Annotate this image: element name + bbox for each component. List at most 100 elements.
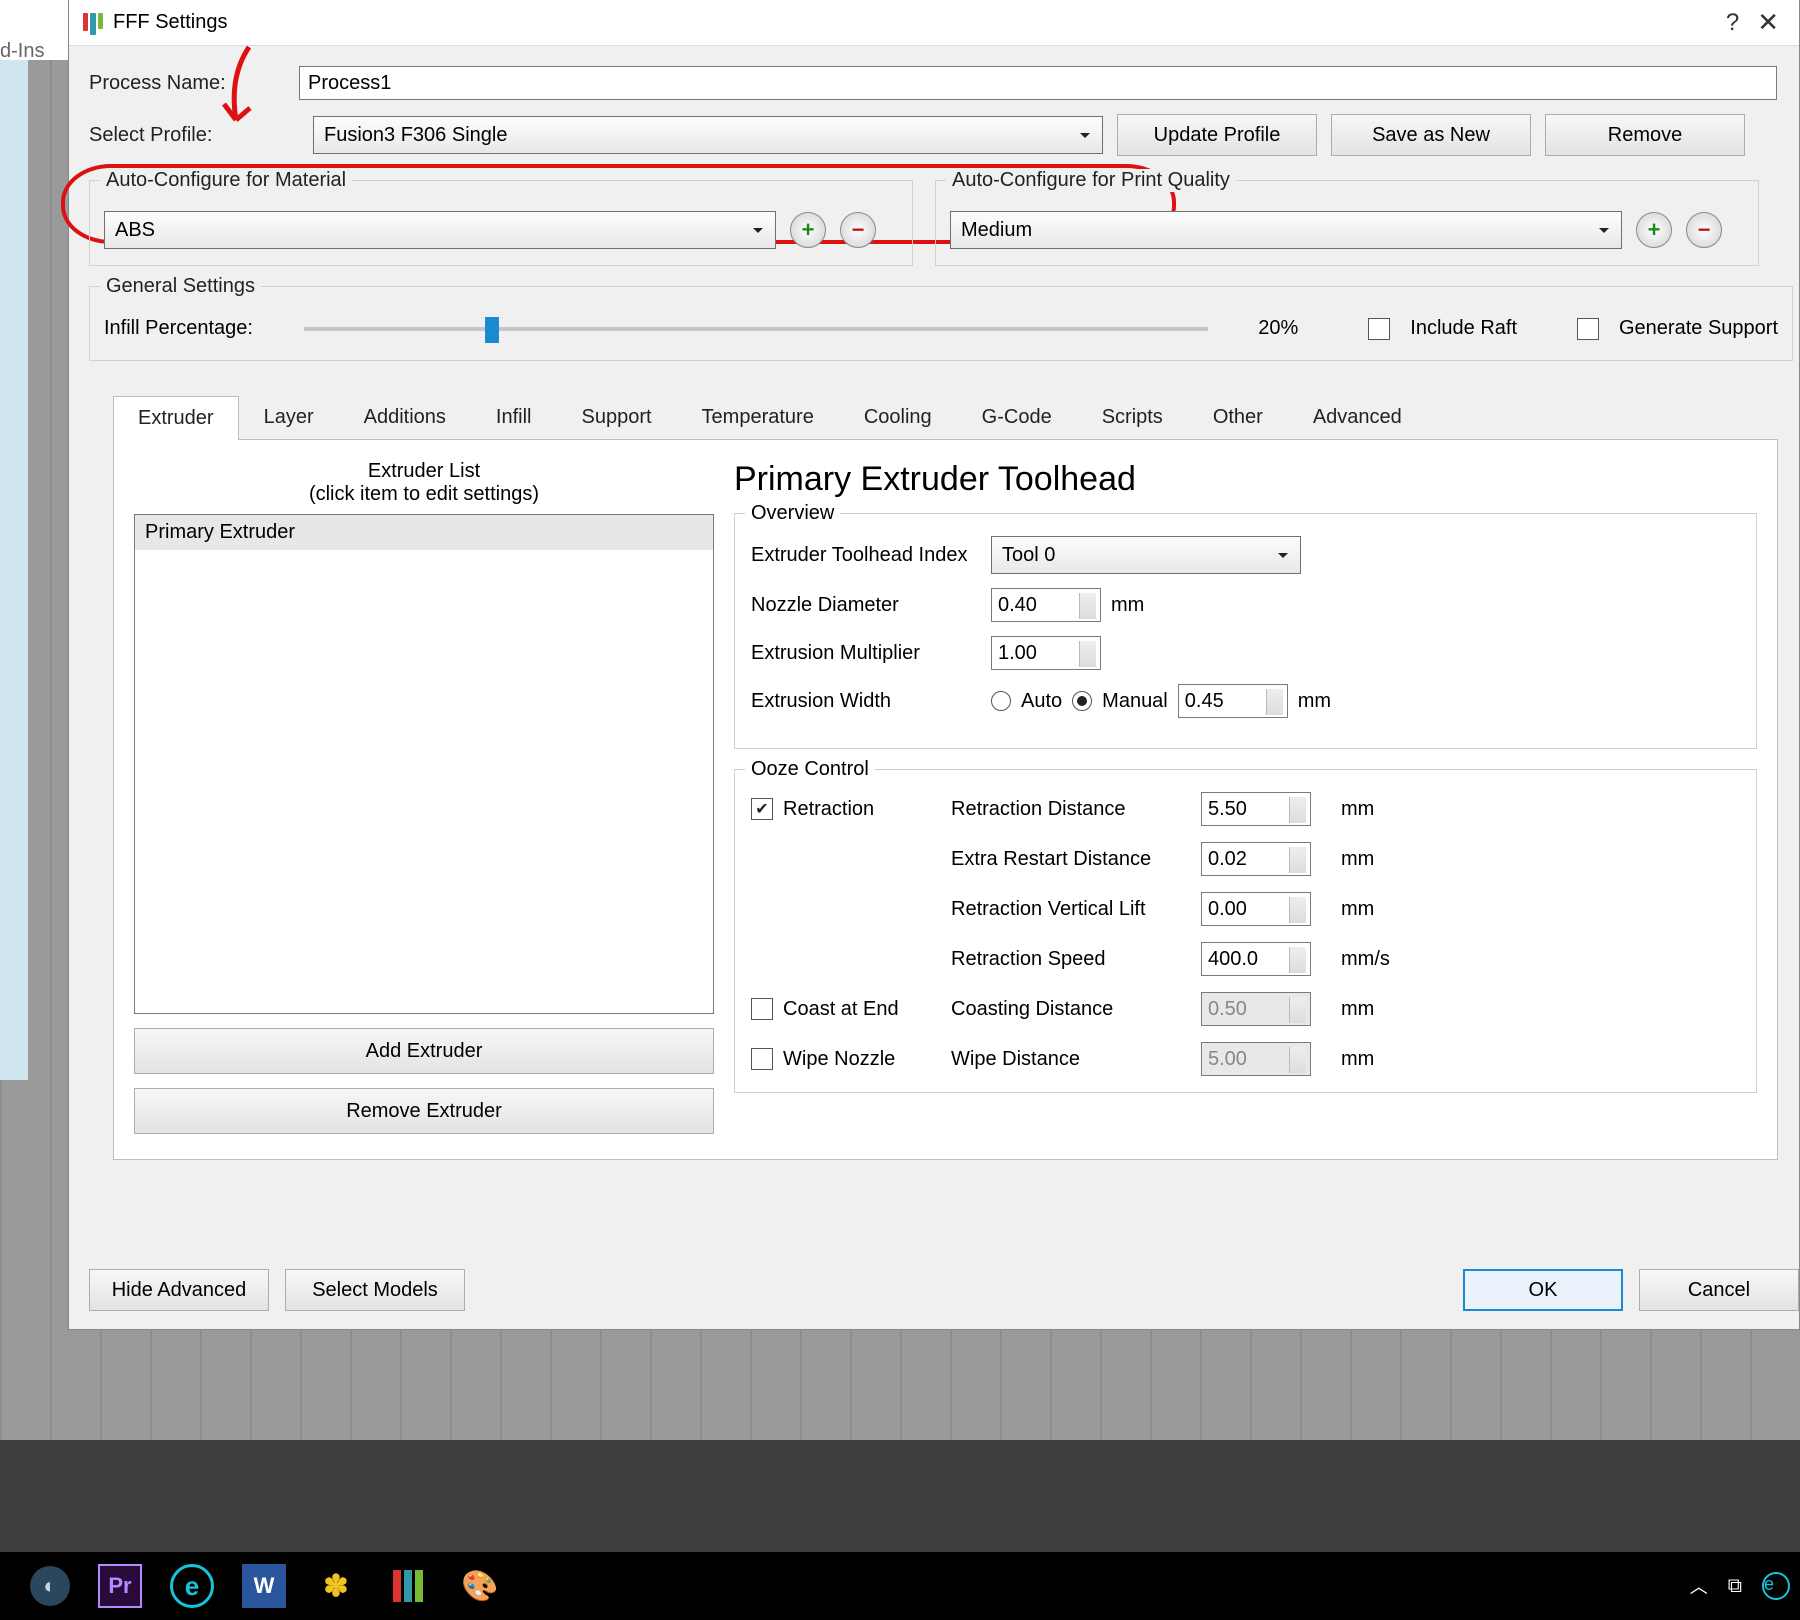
ok-button[interactable]: OK: [1463, 1269, 1623, 1311]
extruder-list[interactable]: Primary Extruder: [134, 514, 714, 1014]
tab-gcode[interactable]: G-Code: [957, 395, 1077, 439]
extruder-list-subtitle: (click item to edit settings): [309, 483, 539, 506]
bg-left-panel: [0, 60, 28, 1080]
overview-fieldset: Overview Extruder Toolhead Index Tool 0 …: [734, 513, 1757, 749]
remove-material-button[interactable]: −: [840, 212, 876, 248]
help-button[interactable]: ?: [1714, 9, 1751, 37]
wipe-distance-unit: mm: [1341, 1048, 1401, 1071]
hide-advanced-button[interactable]: Hide Advanced: [89, 1269, 269, 1311]
taskbar-paint-icon[interactable]: 🎨: [458, 1564, 502, 1608]
include-raft-label: Include Raft: [1410, 317, 1517, 340]
coasting-distance-label: Coasting Distance: [951, 998, 1201, 1021]
infill-slider[interactable]: [304, 327, 1208, 331]
infill-value: 20%: [1228, 317, 1298, 340]
tab-scripts[interactable]: Scripts: [1077, 395, 1188, 439]
include-raft-checkbox[interactable]: [1368, 318, 1390, 340]
tray-expand-icon[interactable]: ︿: [1690, 1573, 1708, 1599]
overview-title: Overview: [745, 502, 840, 525]
extrusion-width-input[interactable]: 0.45: [1178, 684, 1288, 718]
select-models-button[interactable]: Select Models: [285, 1269, 465, 1311]
nozzle-diameter-input[interactable]: 0.40: [991, 588, 1101, 622]
extrusion-multiplier-input[interactable]: 1.00: [991, 636, 1101, 670]
extrusion-width-label: Extrusion Width: [751, 690, 981, 713]
retraction-speed-input[interactable]: 400.0: [1201, 942, 1311, 976]
nozzle-unit: mm: [1111, 594, 1144, 617]
retraction-distance-input[interactable]: 5.50: [1201, 792, 1311, 826]
extruder-list-item[interactable]: Primary Extruder: [135, 515, 713, 550]
ooze-control-fieldset: Ooze Control Retraction Retraction Dista…: [734, 769, 1757, 1093]
taskbar-premiere-icon[interactable]: Pr: [98, 1564, 142, 1608]
extra-restart-label: Extra Restart Distance: [951, 848, 1201, 871]
coast-checkbox[interactable]: [751, 998, 773, 1020]
remove-extruder-button[interactable]: Remove Extruder: [134, 1088, 714, 1134]
auto-material-title: Auto-Configure for Material: [100, 169, 352, 192]
tab-cooling[interactable]: Cooling: [839, 395, 957, 439]
tab-extruder[interactable]: Extruder: [113, 396, 239, 440]
tab-temperature[interactable]: Temperature: [677, 395, 839, 439]
cancel-button[interactable]: Cancel: [1639, 1269, 1799, 1311]
wipe-distance-label: Wipe Distance: [951, 1048, 1201, 1071]
taskbar-star-icon[interactable]: ✽: [314, 1564, 358, 1608]
width-unit: mm: [1298, 690, 1331, 713]
tab-advanced[interactable]: Advanced: [1288, 395, 1427, 439]
extra-restart-unit: mm: [1341, 848, 1401, 871]
add-quality-button[interactable]: +: [1636, 212, 1672, 248]
wipe-distance-input: 5.00: [1201, 1042, 1311, 1076]
width-auto-radio[interactable]: [991, 691, 1011, 711]
window-title: FFF Settings: [113, 11, 227, 34]
add-material-button[interactable]: +: [790, 212, 826, 248]
taskbar-tray[interactable]: ︿ ⧉ e: [1690, 1552, 1790, 1620]
taskbar-edge-icon[interactable]: e: [170, 1564, 214, 1608]
fff-settings-dialog: FFF Settings ? ✕ Process Name: Select Pr…: [68, 0, 1800, 1330]
add-extruder-button[interactable]: Add Extruder: [134, 1028, 714, 1074]
taskbar-simplify3d-icon[interactable]: [386, 1564, 430, 1608]
quality-combo[interactable]: Medium: [950, 211, 1622, 249]
select-profile-label: Select Profile:: [89, 124, 299, 147]
general-title: General Settings: [100, 275, 261, 298]
taskbar-steam-icon[interactable]: ◐: [30, 1566, 70, 1606]
generate-support-label: Generate Support: [1619, 317, 1778, 340]
toolhead-index-combo[interactable]: Tool 0: [991, 536, 1301, 574]
tab-additions[interactable]: Additions: [339, 395, 471, 439]
vertical-lift-input[interactable]: 0.00: [1201, 892, 1311, 926]
coasting-distance-input: 0.50: [1201, 992, 1311, 1026]
width-auto-label: Auto: [1021, 690, 1062, 713]
retraction-distance-label: Retraction Distance: [951, 798, 1201, 821]
auto-configure-material-group: Auto-Configure for Material ABS + −: [89, 180, 913, 266]
titlebar[interactable]: FFF Settings ? ✕: [69, 0, 1799, 46]
material-combo[interactable]: ABS: [104, 211, 776, 249]
tab-infill[interactable]: Infill: [471, 395, 557, 439]
width-manual-label: Manual: [1102, 690, 1168, 713]
tab-layer[interactable]: Layer: [239, 395, 339, 439]
process-name-label: Process Name:: [89, 72, 299, 95]
width-manual-radio[interactable]: [1072, 691, 1092, 711]
tray-dropbox-icon[interactable]: ⧉: [1728, 1575, 1742, 1598]
retraction-label: Retraction: [783, 798, 874, 821]
remove-quality-button[interactable]: −: [1686, 212, 1722, 248]
update-profile-button[interactable]: Update Profile: [1117, 114, 1317, 156]
remove-profile-button[interactable]: Remove: [1545, 114, 1745, 156]
extruder-heading: Primary Extruder Toolhead: [734, 460, 1757, 499]
ooze-title: Ooze Control: [745, 758, 875, 781]
taskbar[interactable]: ◐ Pr e W ✽ 🎨 ︿ ⧉ e: [0, 1552, 1800, 1620]
retraction-speed-label: Retraction Speed: [951, 948, 1201, 971]
infill-slider-thumb[interactable]: [485, 317, 499, 343]
coast-label: Coast at End: [783, 998, 899, 1021]
wipe-checkbox[interactable]: [751, 1048, 773, 1070]
tray-eset-icon[interactable]: e: [1762, 1572, 1790, 1600]
profile-combo[interactable]: Fusion3 F306 Single: [313, 116, 1103, 154]
retraction-checkbox[interactable]: [751, 798, 773, 820]
tab-support[interactable]: Support: [556, 395, 676, 439]
general-settings-group: General Settings Infill Percentage: 20% …: [89, 286, 1793, 361]
extra-restart-input[interactable]: 0.02: [1201, 842, 1311, 876]
tab-other[interactable]: Other: [1188, 395, 1288, 439]
close-button[interactable]: ✕: [1751, 7, 1785, 38]
extruder-tab-body: Extruder List (click item to edit settin…: [113, 440, 1778, 1160]
extrusion-multiplier-label: Extrusion Multiplier: [751, 642, 981, 665]
save-as-new-button[interactable]: Save as New: [1331, 114, 1531, 156]
taskbar-word-icon[interactable]: W: [242, 1564, 286, 1608]
vertical-lift-label: Retraction Vertical Lift: [951, 898, 1201, 921]
generate-support-checkbox[interactable]: [1577, 318, 1599, 340]
extruder-list-title: Extruder List: [368, 460, 480, 483]
process-name-input[interactable]: [299, 66, 1777, 100]
